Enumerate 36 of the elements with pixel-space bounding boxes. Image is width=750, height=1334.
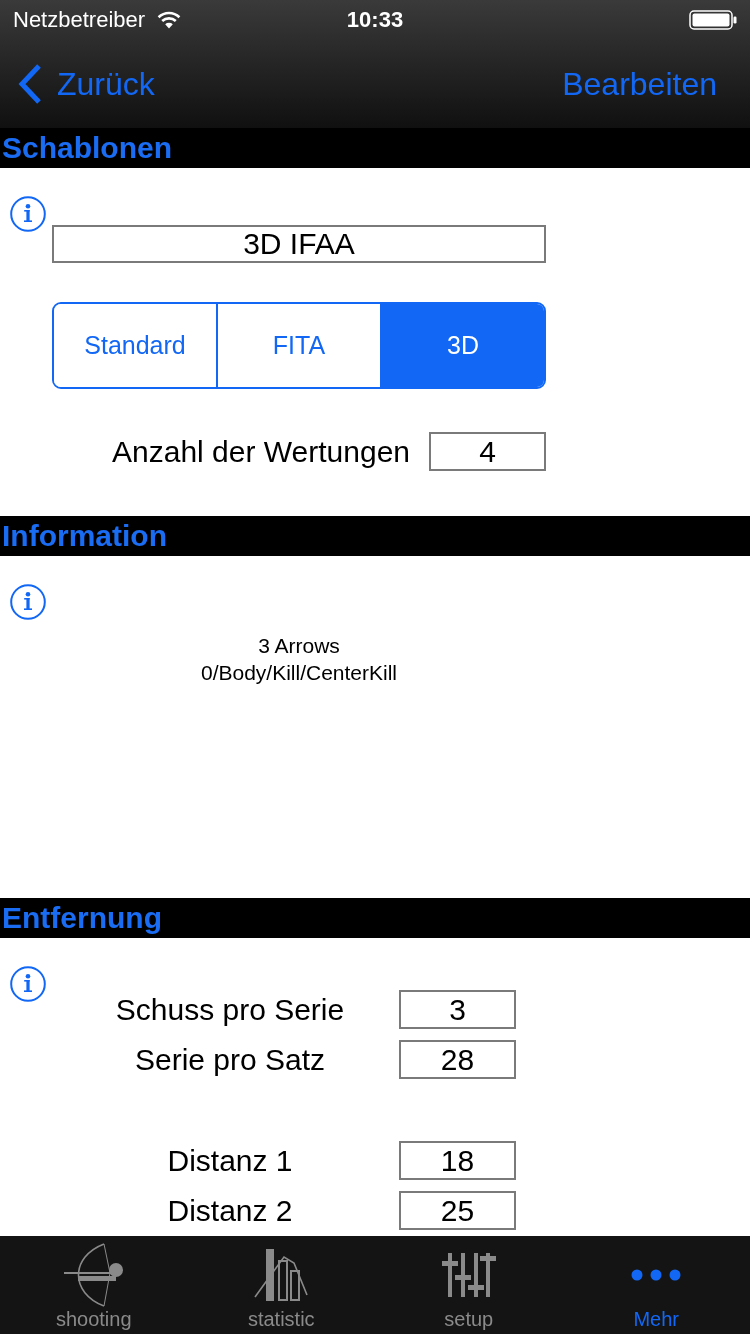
chevron-back-icon bbox=[17, 63, 43, 105]
info-text: 0/Body/Kill/CenterKill bbox=[200, 660, 398, 686]
value-field[interactable]: 28 bbox=[399, 1040, 516, 1079]
info-text: 3 Arrows bbox=[258, 633, 340, 659]
setting-label: Distanz 2 bbox=[167, 1193, 293, 1228]
back-button[interactable]: Zurück bbox=[17, 63, 155, 105]
info-icon[interactable] bbox=[10, 966, 46, 1002]
setting-label: Serie pro Satz bbox=[134, 1042, 326, 1077]
more-dots-icon bbox=[631, 1269, 682, 1281]
bow-and-arrow-icon bbox=[63, 1243, 124, 1307]
edit-button[interactable]: Bearbeiten bbox=[562, 65, 717, 103]
tab-item[interactable]: setup bbox=[375, 1236, 563, 1334]
setting-label: Distanz 1 bbox=[167, 1143, 293, 1178]
name-field[interactable]: 3D IFAA bbox=[52, 225, 546, 263]
tab-item[interactable]: shooting bbox=[0, 1236, 188, 1334]
section-header: Information bbox=[0, 516, 750, 556]
count-label: Anzahl der Wertungen bbox=[112, 434, 410, 469]
battery-icon bbox=[689, 10, 737, 30]
info-icon[interactable] bbox=[10, 584, 46, 620]
value-field[interactable]: 3 bbox=[399, 990, 516, 1029]
tab-item[interactable]: statistic bbox=[187, 1236, 375, 1334]
count-field[interactable]: 4 bbox=[429, 432, 546, 471]
wifi-icon bbox=[157, 11, 182, 29]
section-header: Schablonen bbox=[0, 128, 750, 168]
bar-chart-icon bbox=[254, 1249, 309, 1301]
carrier-name: Netzbetreiber bbox=[13, 7, 146, 33]
segmented-control[interactable]: Standard FITA 3D bbox=[52, 302, 546, 389]
setting-label: Schuss pro Serie bbox=[115, 992, 345, 1027]
sliders-icon bbox=[441, 1253, 496, 1297]
section-header: Entfernung bbox=[0, 898, 750, 938]
status-time: 10:33 bbox=[346, 7, 404, 33]
value-field[interactable]: 25 bbox=[399, 1191, 516, 1230]
tab-item[interactable]: Mehr bbox=[562, 1236, 750, 1334]
info-icon[interactable] bbox=[10, 196, 46, 232]
value-field[interactable]: 18 bbox=[399, 1141, 516, 1180]
segment-tab[interactable]: 3D bbox=[380, 304, 544, 387]
